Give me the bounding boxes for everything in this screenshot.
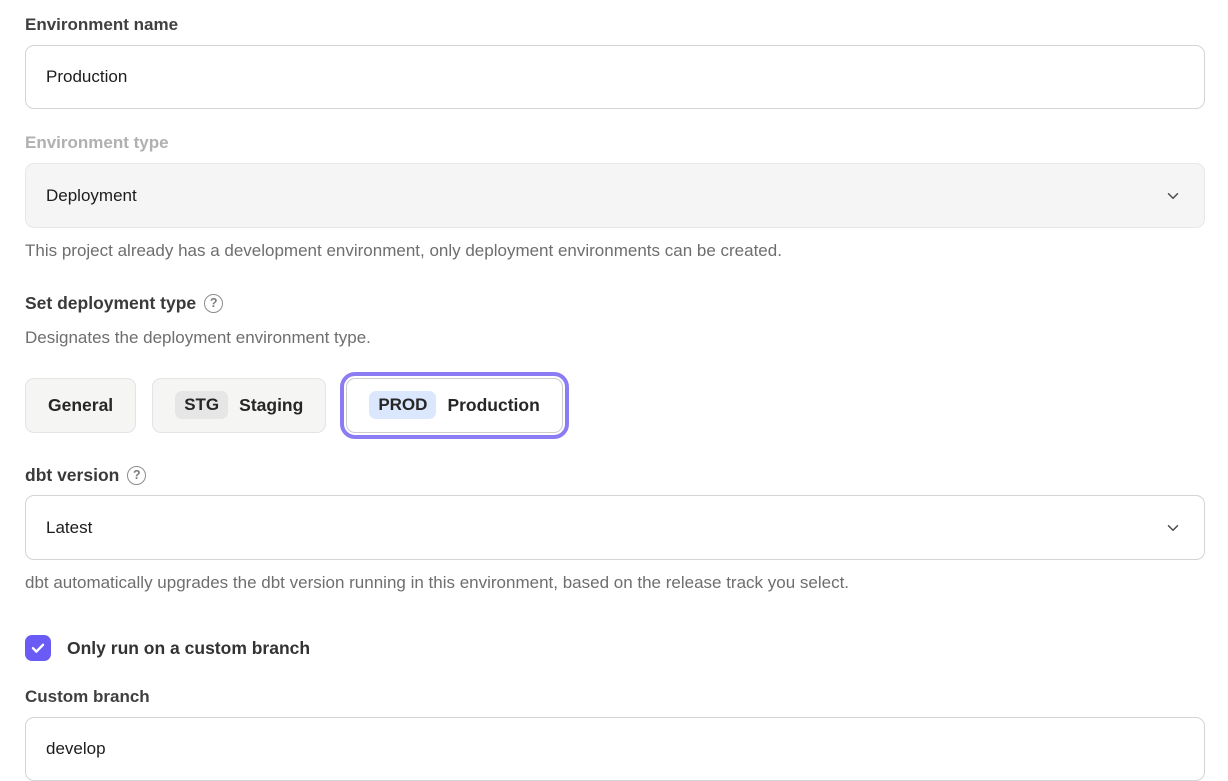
environment-type-value: Deployment <box>46 186 137 206</box>
help-icon[interactable]: ? <box>204 294 223 313</box>
environment-settings-form: Environment name Environment type Deploy… <box>0 0 1228 781</box>
environment-name-label: Environment name <box>25 14 1203 36</box>
environment-type-helper: This project already has a development e… <box>25 240 1203 262</box>
custom-branch-label: Custom branch <box>25 686 1203 708</box>
environment-type-select[interactable]: Deployment <box>25 163 1205 228</box>
checkmark-icon <box>30 640 46 656</box>
dbt-version-select[interactable]: Latest <box>25 495 1205 560</box>
chevron-down-icon <box>1164 187 1182 205</box>
custom-branch-checkbox-row: Only run on a custom branch <box>25 635 1203 661</box>
deployment-type-staging-label: Staging <box>239 395 303 416</box>
deployment-type-heading: Set deployment type ? <box>25 293 1203 314</box>
dbt-version-value: Latest <box>46 518 92 538</box>
dbt-version-heading-label: dbt version <box>25 465 119 486</box>
dbt-version-heading: dbt version ? <box>25 465 1203 486</box>
custom-branch-checkbox[interactable] <box>25 635 51 661</box>
deployment-type-heading-label: Set deployment type <box>25 293 196 314</box>
deployment-type-production-label: Production <box>447 395 539 416</box>
help-icon[interactable]: ? <box>127 466 146 485</box>
deployment-type-general-button[interactable]: General <box>25 378 136 433</box>
deployment-type-helper: Designates the deployment environment ty… <box>25 327 1203 349</box>
deployment-type-general-label: General <box>48 395 113 416</box>
production-badge: PROD <box>369 391 436 419</box>
deployment-type-production-button[interactable]: PROD Production <box>346 378 562 433</box>
environment-name-input[interactable] <box>25 45 1205 109</box>
deployment-type-staging-button[interactable]: STG Staging <box>152 378 326 433</box>
dbt-version-helper: dbt automatically upgrades the dbt versi… <box>25 572 1203 594</box>
custom-branch-input[interactable] <box>25 717 1205 781</box>
staging-badge: STG <box>175 391 228 419</box>
custom-branch-checkbox-label[interactable]: Only run on a custom branch <box>67 638 310 659</box>
deployment-type-button-group: General STG Staging PROD Production <box>25 375 1203 435</box>
chevron-down-icon <box>1164 519 1182 537</box>
environment-type-label: Environment type <box>25 132 1203 154</box>
